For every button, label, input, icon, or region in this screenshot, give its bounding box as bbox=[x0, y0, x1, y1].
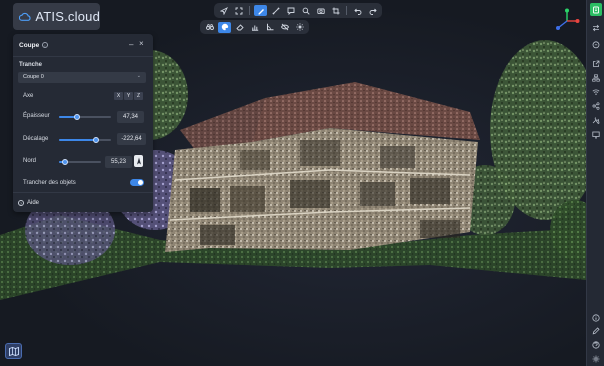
axis-x-button[interactable]: X bbox=[114, 92, 123, 100]
close-button[interactable]: × bbox=[139, 39, 144, 48]
panel-header: Coupe i – × bbox=[13, 34, 153, 57]
sun-icon[interactable] bbox=[293, 22, 306, 33]
pen-icon[interactable] bbox=[590, 326, 602, 336]
main-toolbar bbox=[214, 3, 382, 18]
eraser-icon[interactable] bbox=[233, 22, 246, 33]
external-link-icon[interactable] bbox=[590, 59, 602, 69]
section-panel: Coupe i – × Tranche Coupe 0 ⌄ Axe X Y Z … bbox=[13, 34, 153, 212]
help-link[interactable]: Aide bbox=[27, 200, 39, 206]
search-icon[interactable] bbox=[299, 5, 312, 16]
north-slider-thumb[interactable] bbox=[62, 159, 69, 165]
palette-icon[interactable] bbox=[218, 21, 231, 33]
info-circle-icon[interactable] bbox=[590, 313, 602, 323]
thickness-slider[interactable] bbox=[59, 114, 111, 120]
offset-label: Décalage bbox=[23, 136, 49, 142]
compass-icon[interactable] bbox=[134, 155, 143, 167]
app-logo[interactable]: ATIS.cloud bbox=[13, 3, 100, 30]
comment-icon[interactable] bbox=[590, 40, 602, 50]
thickness-input[interactable]: 47,34 bbox=[117, 111, 144, 123]
camera-icon[interactable] bbox=[314, 5, 327, 16]
binoculars-icon[interactable] bbox=[203, 22, 216, 33]
offset-input[interactable]: -222,64 bbox=[117, 133, 146, 145]
axis-z-button[interactable]: Z bbox=[134, 92, 143, 100]
fit-view-icon[interactable] bbox=[232, 5, 245, 16]
transfer-icon[interactable] bbox=[590, 23, 602, 33]
axis-label: Axe bbox=[23, 93, 34, 99]
offset-slider-fill bbox=[59, 139, 97, 141]
info-icon[interactable]: i bbox=[42, 42, 48, 48]
axis-y-button[interactable]: Y bbox=[124, 92, 133, 100]
pen-tool-icon[interactable] bbox=[254, 5, 267, 16]
monitor-icon[interactable] bbox=[590, 130, 602, 140]
measure-icon[interactable] bbox=[269, 5, 282, 16]
share-icon[interactable] bbox=[590, 101, 602, 111]
north-slider[interactable] bbox=[59, 159, 101, 165]
toolbar-divider bbox=[346, 6, 347, 15]
settings-icon[interactable] bbox=[590, 354, 602, 364]
help-icon[interactable]: ? bbox=[18, 200, 24, 206]
layers-icon[interactable] bbox=[590, 3, 602, 16]
slice-select-value: Coupe 0 bbox=[23, 74, 44, 80]
slice-select[interactable]: Coupe 0 ⌄ bbox=[18, 72, 146, 83]
thickness-label: Épaisseur bbox=[23, 113, 50, 119]
north-input[interactable]: 55,23 bbox=[105, 156, 132, 168]
redo-icon[interactable] bbox=[366, 5, 379, 16]
tools-icon[interactable] bbox=[590, 115, 602, 125]
right-sidebar bbox=[586, 0, 604, 366]
thickness-slider-thumb[interactable] bbox=[73, 114, 80, 120]
visibility-icon[interactable] bbox=[278, 22, 291, 33]
cloud-icon bbox=[19, 12, 31, 21]
panel-footer: ? Aide bbox=[13, 192, 153, 212]
minimize-button[interactable]: – bbox=[129, 40, 133, 49]
logo-text: ATIS.cloud bbox=[35, 9, 100, 24]
panel-title: Coupe bbox=[19, 42, 40, 49]
sub-toolbar bbox=[200, 20, 309, 34]
slice-objects-label: Trancher des objets bbox=[23, 180, 76, 186]
undo-icon[interactable] bbox=[351, 5, 364, 16]
offset-slider[interactable] bbox=[59, 137, 111, 143]
wifi-icon[interactable] bbox=[590, 87, 602, 97]
crop-icon[interactable] bbox=[329, 5, 342, 16]
map-button[interactable] bbox=[5, 343, 22, 359]
toolbar-divider bbox=[249, 6, 250, 15]
north-label: Nord bbox=[23, 158, 37, 164]
chevron-down-icon: ⌄ bbox=[136, 73, 141, 79]
help-circle-icon[interactable] bbox=[590, 340, 602, 350]
offset-slider-thumb[interactable] bbox=[93, 137, 100, 143]
navigate-icon[interactable] bbox=[217, 5, 230, 16]
axis-gizmo[interactable] bbox=[554, 8, 580, 34]
angle-icon[interactable] bbox=[263, 22, 276, 33]
network-icon[interactable] bbox=[590, 73, 602, 83]
tranche-label: Tranche bbox=[19, 62, 43, 68]
toggle-knob bbox=[138, 180, 143, 185]
bar-chart-icon[interactable] bbox=[248, 22, 261, 33]
slice-objects-toggle[interactable] bbox=[130, 179, 144, 186]
annotation-icon[interactable] bbox=[284, 5, 297, 16]
map-icon bbox=[8, 346, 19, 356]
